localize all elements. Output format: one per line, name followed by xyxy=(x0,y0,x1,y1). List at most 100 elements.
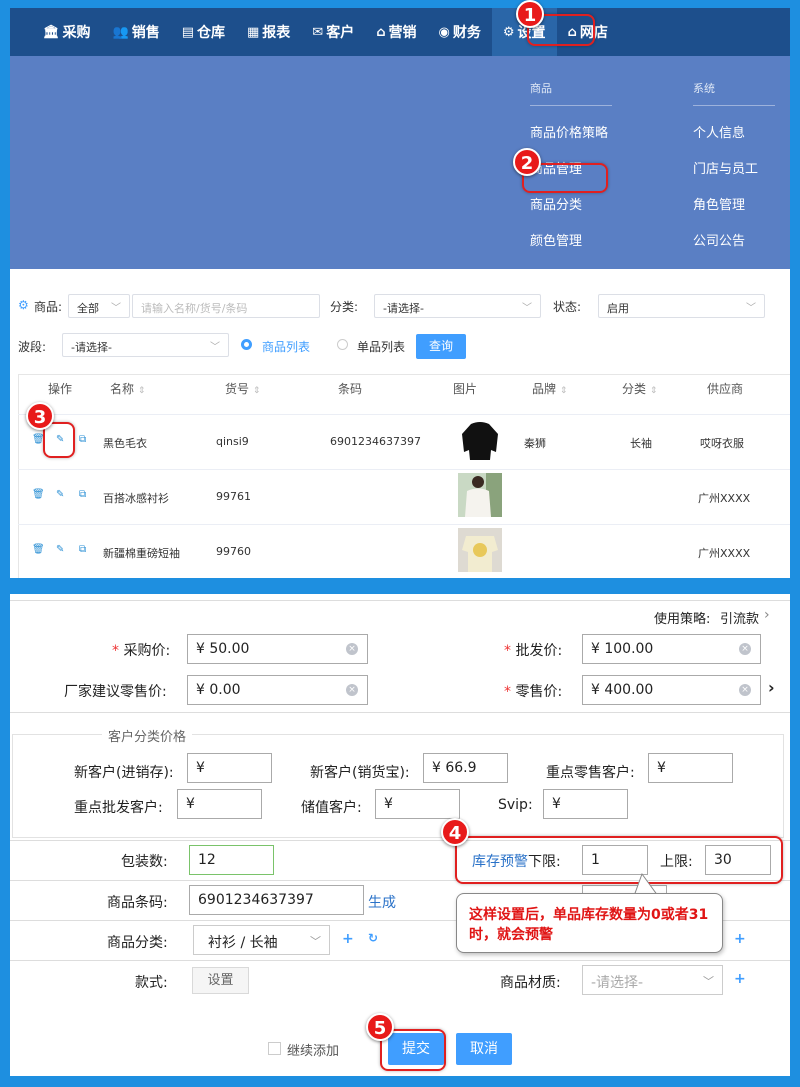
col-header-code[interactable]: 货号 ⇕ xyxy=(225,380,260,397)
clear-icon[interactable]: × xyxy=(346,684,358,696)
table-cell-name[interactable]: 百搭冰感衬衫 xyxy=(103,490,169,506)
material-select[interactable]: -请选择- ﹀ xyxy=(582,965,723,995)
stored-value-label: 储值客户: xyxy=(301,800,362,816)
menu-item-color-management[interactable]: 颜色管理 xyxy=(530,230,612,250)
settings-mega-menu: 商品 商品价格策略 商品管理 商品分类 颜色管理 系统 个人信息 门店与员工 角… xyxy=(10,56,790,269)
sort-icon: ⇕ xyxy=(649,386,658,396)
sort-icon: ⇕ xyxy=(559,386,568,396)
menu-column-system: 系统 个人信息 门店与员工 角色管理 公司公告 xyxy=(693,56,775,250)
goods-edit-form: 使用策略: 引流款 › * 采购价: ¥ 50.00 × * 批发价: ¥ 10… xyxy=(10,594,790,1076)
chevron-right-icon[interactable]: › xyxy=(764,607,770,623)
add-icon[interactable]: + xyxy=(734,971,746,987)
radio-sku-list-label: 单品列表 xyxy=(357,340,406,354)
table-cell-code: qinsi9 xyxy=(216,435,249,448)
status-select[interactable]: 启用 ﹀ xyxy=(598,294,765,318)
radio-goods-list[interactable] xyxy=(241,339,252,350)
new-customer-xhb-input[interactable]: ¥ 66.9 xyxy=(423,753,508,783)
query-button[interactable]: 查询 xyxy=(416,334,466,359)
product-thumbnail-black-sweater[interactable] xyxy=(458,418,502,462)
radio-sku-list[interactable] xyxy=(337,339,348,350)
menu-item-roles[interactable]: 角色管理 xyxy=(693,194,775,214)
key-retail-label: 重点零售客户: xyxy=(546,765,635,781)
bank-icon: 🏛 xyxy=(43,24,60,40)
goods-list-panel: 🏛 采购 👥 销售 ▤ 仓库 ▦ 报表 ✉ 客户 ⌂ 营销 ◉ 财务 ⚙ 设置 ⌂ 网店 商品 商… xyxy=(10,8,790,578)
delete-icon[interactable]: 🗑 xyxy=(32,544,45,555)
chevron-down-icon: ﹀ xyxy=(210,342,220,353)
copy-icon[interactable]: ⧉ xyxy=(79,434,86,445)
clear-icon[interactable]: × xyxy=(739,684,751,696)
nav-purchase[interactable]: 🏛 采购 xyxy=(32,8,102,56)
coins-icon: ◉ xyxy=(438,24,450,40)
product-thumbnail-white-shirt[interactable] xyxy=(458,473,502,517)
step-badge-4: 4 xyxy=(441,818,469,846)
nav-finance[interactable]: ◉ 财务 xyxy=(428,8,492,56)
delete-icon[interactable]: 🗑 xyxy=(32,489,45,500)
menu-item-price-strategy[interactable]: 商品价格策略 xyxy=(530,122,612,142)
strategy-value[interactable]: 引流款 xyxy=(720,608,759,627)
svip-label: Svip: xyxy=(498,797,533,813)
nav-reports[interactable]: ▦ 报表 xyxy=(236,8,301,56)
add-icon[interactable]: + xyxy=(342,931,354,947)
nav-sales[interactable]: 👥 销售 xyxy=(102,8,171,56)
col-header-category[interactable]: 分类 ⇕ xyxy=(622,380,657,397)
table-cell-supplier: 广州XXXX xyxy=(698,492,751,505)
nav-customers[interactable]: ✉ 客户 xyxy=(301,8,365,56)
generate-barcode-link[interactable]: 生成 xyxy=(368,892,396,912)
wholesale-price-input[interactable]: ¥ 100.00 xyxy=(582,634,761,664)
clear-icon[interactable]: × xyxy=(739,643,751,655)
edit-icon[interactable]: ✎ xyxy=(56,489,64,500)
copy-icon[interactable]: ⧉ xyxy=(79,544,86,555)
gear-icon[interactable]: ⚙ xyxy=(18,298,29,312)
goods-search-input[interactable]: 请输入名称/货号/条码 xyxy=(132,294,320,318)
refresh-icon[interactable]: ↻ xyxy=(368,931,378,945)
svip-input[interactable]: ¥ xyxy=(543,789,628,819)
add-icon[interactable]: + xyxy=(734,931,746,947)
product-thumbnail-tshirt[interactable] xyxy=(458,528,502,572)
menu-item-personal-info[interactable]: 个人信息 xyxy=(693,122,775,142)
category-select[interactable]: 衬衫 / 长袖 ﹀ xyxy=(193,925,330,955)
suggested-retail-input[interactable]: ¥ 0.00 xyxy=(187,675,368,705)
stored-value-input[interactable]: ¥ xyxy=(375,789,460,819)
style-settings-button[interactable]: 设置 xyxy=(192,967,249,994)
key-retail-input[interactable]: ¥ xyxy=(648,753,733,783)
continue-add-checkbox[interactable] xyxy=(268,1042,281,1055)
retail-price-label: * 零售价: xyxy=(504,684,563,700)
table-cell-name[interactable]: 黑色毛衣 xyxy=(103,435,147,451)
key-wholesale-label: 重点批发客户: xyxy=(74,800,163,816)
table-cell-name[interactable]: 新疆棉重磅短袖 xyxy=(103,545,180,561)
menu-item-announcements[interactable]: 公司公告 xyxy=(693,230,775,250)
menu-item-goods-category[interactable]: 商品分类 xyxy=(530,194,612,214)
col-header-brand[interactable]: 品牌 ⇕ xyxy=(532,380,567,397)
new-customer-jxc-input[interactable]: ¥ xyxy=(187,753,272,783)
settings-icon: ⚙ xyxy=(502,24,515,40)
wholesale-price-label: * 批发价: xyxy=(504,643,563,659)
table-cell-brand: 秦狮 xyxy=(524,437,546,450)
chevron-down-icon: ﹀ xyxy=(522,303,532,314)
table-cell-barcode: 6901234637397 xyxy=(330,435,421,448)
category-filter-label: 分类: xyxy=(330,300,359,314)
edit-icon[interactable]: ✎ xyxy=(56,544,64,555)
highlight-stock-warning xyxy=(455,836,783,884)
category-label: 商品分类: xyxy=(107,935,168,951)
row-divider xyxy=(18,469,790,470)
category-select[interactable]: -请选择- ﹀ xyxy=(374,294,541,318)
pack-qty-input[interactable]: 12 xyxy=(189,845,274,875)
status-filter-label: 状态: xyxy=(553,300,582,314)
step-badge-5: 5 xyxy=(366,1013,394,1041)
barcode-input[interactable]: 6901234637397 xyxy=(189,885,364,915)
col-header-name[interactable]: 名称 ⇕ xyxy=(110,380,145,397)
clear-icon[interactable]: × xyxy=(346,643,358,655)
menu-item-stores-staff[interactable]: 门店与员工 xyxy=(693,158,775,178)
wave-select[interactable]: -请选择- ﹀ xyxy=(62,333,229,357)
new-customer-xhb-label: 新客户(销货宝): xyxy=(310,765,410,781)
retail-price-input[interactable]: ¥ 400.00 xyxy=(582,675,761,705)
copy-icon[interactable]: ⧉ xyxy=(79,489,86,500)
nav-marketing[interactable]: ⌂ 营销 xyxy=(365,8,427,56)
cancel-button[interactable]: 取消 xyxy=(456,1033,512,1065)
nav-warehouse[interactable]: ▤ 仓库 xyxy=(171,8,236,56)
goods-scope-select[interactable]: 全部 ﹀ xyxy=(68,294,130,318)
purchase-price-input[interactable]: ¥ 50.00 xyxy=(187,634,368,664)
key-wholesale-input[interactable]: ¥ xyxy=(177,789,262,819)
chevron-right-icon[interactable]: › xyxy=(768,678,775,697)
table-cell-category: 长袖 xyxy=(630,437,652,450)
